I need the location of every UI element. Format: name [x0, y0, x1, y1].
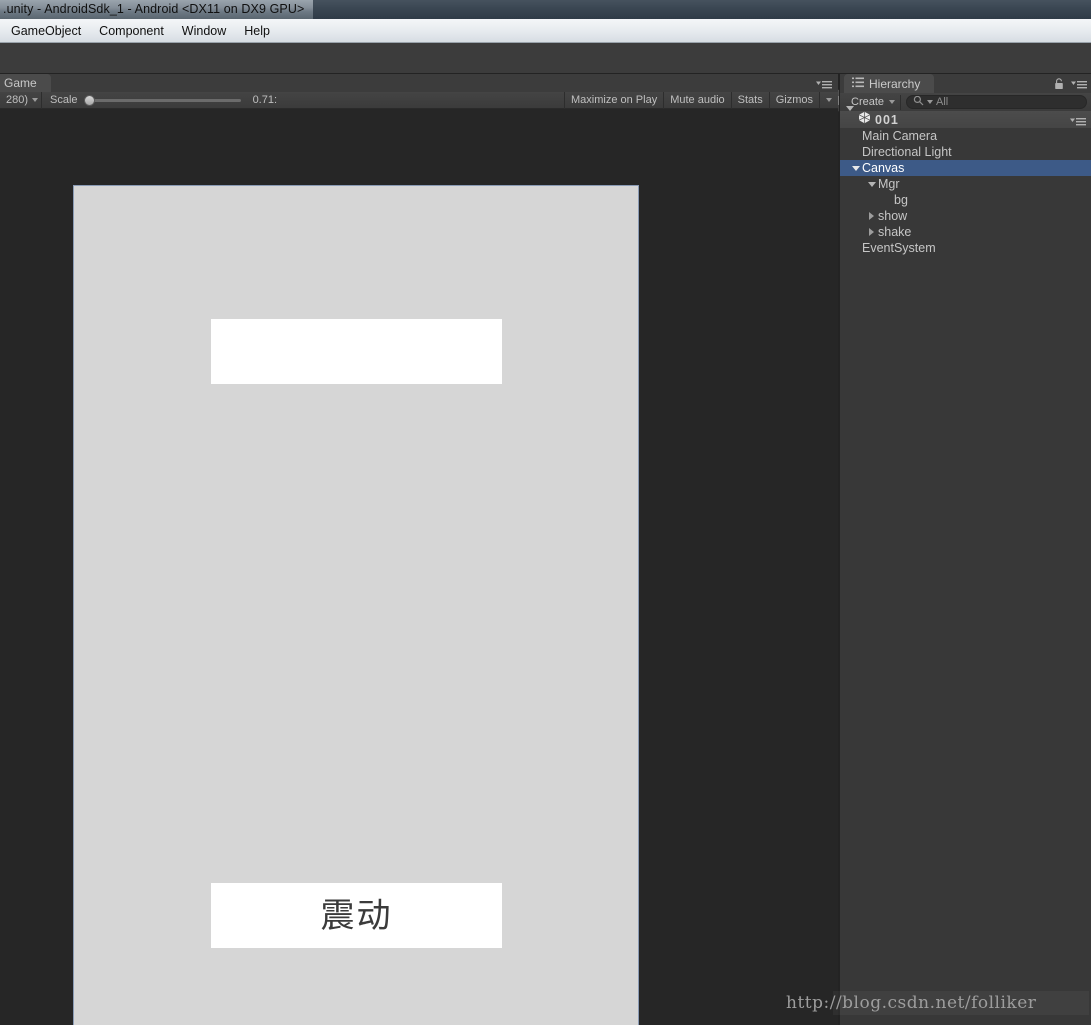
gizmos-dropdown[interactable] — [819, 91, 838, 109]
hierarchy-panel: Hierarchy Create All 001 Main Camera Dir… — [839, 74, 1091, 1025]
hierarchy-toolbar: Create All — [840, 93, 1091, 111]
hierarchy-item-main-camera[interactable]: Main Camera — [840, 128, 1091, 144]
ui-shake-button[interactable]: 震动 — [211, 883, 502, 948]
tab-hierarchy-label: Hierarchy — [869, 76, 921, 91]
hierarchy-item-label: show — [878, 209, 908, 223]
menu-item-help[interactable]: Help — [235, 21, 279, 41]
tab-game-label: Game — [4, 76, 37, 90]
scene-name: 001 — [875, 112, 899, 127]
hierarchy-item-label: Mgr — [878, 177, 900, 191]
hierarchy-item-mgr[interactable]: Mgr — [840, 176, 1091, 192]
menu-item-gameobject[interactable]: GameObject — [2, 21, 90, 41]
game-panel: Game 280) Scale 0.71: Maximize on Play M… — [0, 74, 838, 1025]
hierarchy-item-directional-light[interactable]: Directional Light — [840, 144, 1091, 160]
hierarchy-item-canvas[interactable]: Canvas — [840, 160, 1091, 176]
foldout-expanded-icon[interactable] — [865, 181, 878, 187]
game-panel-tabrow: Game — [0, 74, 838, 92]
unity-editor-window: .unity - AndroidSdk_1 - Android <DX11 on… — [0, 0, 1091, 1025]
window-title: .unity - AndroidSdk_1 - Android <DX11 on… — [3, 2, 305, 16]
hierarchy-item-eventsystem[interactable]: EventSystem — [840, 240, 1091, 256]
scale-slider-handle[interactable] — [83, 94, 95, 106]
maximize-on-play-button[interactable]: Maximize on Play — [564, 91, 663, 109]
mute-audio-button[interactable]: Mute audio — [663, 91, 730, 109]
hierarchy-search-field[interactable]: All — [906, 95, 1087, 109]
hierarchy-item-label: bg — [894, 193, 908, 207]
hierarchy-item-label: Canvas — [862, 161, 905, 175]
foldout-collapsed-icon[interactable] — [865, 228, 878, 236]
scene-foldout-icon[interactable] — [846, 105, 854, 129]
ui-shake-button-label: 震动 — [320, 895, 393, 936]
stats-button[interactable]: Stats — [730, 91, 769, 109]
hierarchy-item-label: Directional Light — [862, 145, 952, 159]
search-icon — [913, 96, 924, 108]
tab-hierarchy[interactable]: Hierarchy — [844, 74, 935, 93]
game-toolbar-right: Maximize on Play Mute audio Stats Gizmos — [564, 91, 838, 109]
hierarchy-tree: Main Camera Directional Light Canvas Mgr bg s… — [840, 128, 1091, 256]
hierarchy-item-label: shake — [878, 225, 912, 239]
foldout-expanded-icon[interactable] — [849, 165, 862, 171]
menu-item-window[interactable]: Window — [173, 21, 235, 41]
window-titlebar: .unity - AndroidSdk_1 - Android <DX11 on… — [0, 0, 1091, 19]
game-view[interactable]: 震动 — [0, 109, 838, 1025]
hierarchy-search-value: All — [936, 96, 949, 108]
hierarchy-item-show[interactable]: show — [840, 208, 1091, 224]
foldout-collapsed-icon[interactable] — [865, 212, 878, 220]
resolution-dropdown[interactable]: 280) — [0, 91, 43, 109]
gizmos-label: Gizmos — [775, 94, 813, 106]
game-render-surface[interactable]: 震动 — [73, 185, 639, 1025]
chevron-down-icon — [889, 100, 896, 104]
tab-game[interactable]: Game — [0, 74, 51, 92]
unity-scene-icon — [858, 111, 871, 129]
watermark: http://blog.csdn.net/folliker — [786, 993, 1037, 1013]
hierarchy-tabrow: Hierarchy — [840, 74, 1091, 93]
search-filter-caret-icon[interactable] — [927, 100, 934, 104]
scale-label: Scale — [50, 94, 78, 106]
hierarchy-item-bg[interactable]: bg — [840, 192, 1091, 208]
chevron-down-icon — [32, 98, 39, 102]
editor-toolbar: Pivot Global — [0, 43, 1091, 112]
hierarchy-item-label: EventSystem — [862, 241, 936, 255]
scale-value: 0.71: — [252, 94, 278, 106]
hierarchy-icon — [852, 77, 864, 91]
create-label: Create — [851, 96, 885, 108]
hierarchy-item-label: Main Camera — [862, 129, 938, 143]
game-view-toolbar: 280) Scale 0.71: Maximize on Play Mute a… — [0, 91, 838, 109]
scene-row-001[interactable]: 001 — [840, 105, 1091, 129]
hierarchy-item-shake[interactable]: shake — [840, 224, 1091, 240]
resolution-label: 280) — [6, 94, 29, 106]
scale-slider[interactable] — [83, 94, 241, 106]
chevron-down-icon — [826, 98, 832, 102]
scale-slider-group[interactable]: Scale 0.71: — [42, 92, 283, 109]
ui-text-panel — [211, 319, 502, 384]
menu-bar: GameObject Component Window Help — [0, 19, 1091, 43]
gizmos-button[interactable]: Gizmos — [768, 91, 819, 109]
menu-item-component[interactable]: Component — [90, 21, 173, 41]
